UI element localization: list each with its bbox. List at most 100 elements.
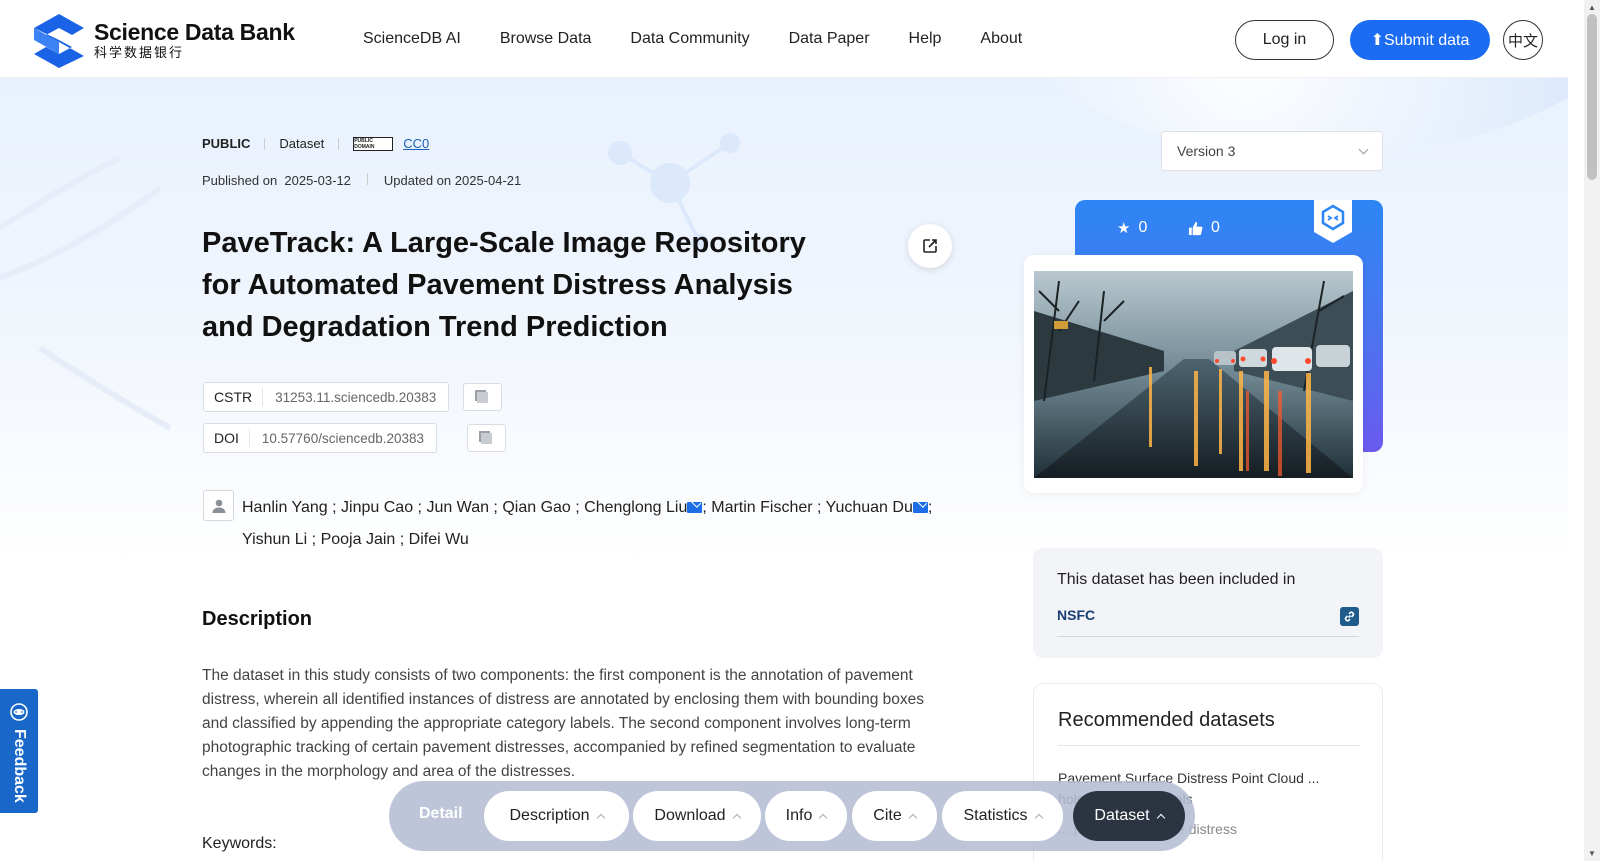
logo-subtitle: 科学数据银行 [94,45,185,60]
author-name[interactable]: Difei Wu [409,531,469,548]
cstr-label: CSTR [204,388,264,406]
logo-title: Science Data Bank [94,19,295,45]
dataset-meta: PUBLIC Dataset PUBLIC DOMAIN CC0 [202,136,429,151]
tab-description[interactable]: Description [484,791,629,841]
copy-icon [477,391,488,403]
submit-data-button[interactable]: ⬆Submit data [1350,20,1490,60]
scroll-thumb[interactable] [1587,14,1597,180]
login-button[interactable]: Log in [1235,20,1334,60]
toolbar-detail-label[interactable]: Detail [419,805,463,823]
included-item-name[interactable]: NSFC [1057,607,1095,636]
email-icon[interactable] [687,502,703,513]
thumbs-up-icon [1188,221,1203,235]
section-toolbar: Detail Description Download Info Cite St… [389,781,1195,851]
certified-badge-icon [1314,200,1352,243]
access-badge: PUBLIC [202,136,251,151]
tab-cite-label: Cite [873,807,902,824]
doi-value[interactable]: 10.57760/sciencedb.20383 [250,431,436,446]
author-name[interactable]: Pooja Jain [321,531,396,548]
updated-label: Updated on [383,173,452,188]
author-name[interactable]: Jun Wan [426,499,489,516]
upload-arrow-icon: ⬆ [1370,32,1384,49]
dataset-title: PaveTrack: A Large-Scale Image Repositor… [202,227,806,343]
dataset-type: Dataset [279,136,325,151]
public-domain-icon: PUBLIC DOMAIN [353,136,394,151]
feedback-label: Feedback [11,729,28,803]
nav-data-paper[interactable]: Data Paper [789,30,870,48]
author-name[interactable]: Hanlin Yang [242,499,328,516]
tab-description-label: Description [509,807,590,824]
license-badge-text: PUBLIC DOMAIN [354,137,375,150]
main-nav: ScienceDB AI Browse Data Data Community … [363,30,1061,48]
description-text: The dataset in this study consists of tw… [202,667,925,780]
published-date: 2025-03-12 [284,173,351,188]
dataset-cover-card[interactable] [1024,255,1363,493]
author-name[interactable]: Martin Fischer [711,499,812,516]
page-scrollbar[interactable]: ▲ ▼ [1584,0,1600,861]
external-link-icon [923,239,937,253]
cstr-value[interactable]: 31253.11.sciencedb.20383 [263,390,448,405]
nav-browse-data[interactable]: Browse Data [500,30,592,48]
top-header: Science Data Bank 科学数据银行 ScienceDB AI Br… [0,0,1568,78]
logo-icon [34,14,84,68]
feedback-icon [10,703,28,721]
tab-download[interactable]: Download [633,791,761,841]
divider [338,137,340,150]
author-list: Hanlin Yang ; Jinpu Cao ; Jun Wan ; Qian… [242,499,933,548]
doi-box: DOI 10.57760/sciencedb.20383 [203,423,438,453]
star-icon: ★ [1117,220,1131,237]
author-name[interactable]: Yuchuan Du [826,499,913,516]
tab-dataset[interactable]: Dataset [1073,791,1185,841]
description-heading: Description [202,608,313,630]
nav-about[interactable]: About [980,30,1022,48]
person-icon [203,490,234,521]
updated-date: 2025-04-21 [454,173,522,188]
share-button[interactable] [908,224,952,268]
divider [366,173,368,185]
included-item[interactable]: NSFC [1057,607,1359,637]
dna-decoration [0,155,172,431]
included-in-panel: This dataset has been included in NSFC [1033,548,1383,658]
tab-dataset-label: Dataset [1094,807,1150,824]
chevron-up-icon [908,813,917,823]
tab-statistics[interactable]: Statistics [942,791,1063,841]
tab-cite[interactable]: Cite [852,791,937,841]
link-icon[interactable] [1340,607,1359,626]
author-name[interactable]: Yishun Li [242,531,307,548]
copy-cstr-button[interactable] [463,383,502,411]
language-toggle[interactable]: 中文 [1503,20,1543,60]
author-name[interactable]: Chenglong Liu [584,499,687,516]
author-name[interactable]: Qian Gao [502,499,570,516]
divider [264,137,266,150]
feedback-tab[interactable]: Feedback [0,689,38,813]
tab-download-label: Download [654,807,726,824]
email-icon[interactable] [912,502,928,513]
included-title: This dataset has been included in [1057,571,1296,588]
star-stat[interactable]: ★ 0 [1117,219,1147,237]
scroll-up-icon[interactable]: ▲ [1588,3,1596,12]
nav-help[interactable]: Help [909,30,942,48]
like-stat[interactable]: 0 [1188,219,1220,237]
chevron-up-icon [1034,813,1043,823]
version-select[interactable]: Version 3 [1161,131,1383,171]
tab-info-label: Info [785,807,813,824]
like-count: 0 [1211,219,1220,236]
license-link[interactable]: CC0 [403,136,429,151]
keywords-label: Keywords: [202,835,277,852]
scroll-down-icon[interactable]: ▼ [1588,849,1596,858]
author-name[interactable]: Jinpu Cao [341,499,413,516]
copy-doi-button[interactable] [467,424,506,452]
chevron-up-icon [596,813,605,823]
recommended-heading: Recommended datasets [1058,709,1360,746]
nav-sciencedb-ai[interactable]: ScienceDB AI [363,30,461,48]
chevron-up-icon [819,813,828,823]
published-label: Published on [202,173,278,188]
chevron-up-icon [1156,813,1165,823]
logo[interactable]: Science Data Bank 科学数据银行 [30,12,295,68]
tab-info[interactable]: Info [765,791,847,841]
chevron-up-icon [732,813,741,823]
submit-data-label: Submit data [1384,32,1470,49]
chevron-down-icon [1358,144,1369,154]
nav-data-community[interactable]: Data Community [630,30,749,48]
dataset-dates: Published on 2025-03-12 Updated on 2025-… [202,173,521,188]
